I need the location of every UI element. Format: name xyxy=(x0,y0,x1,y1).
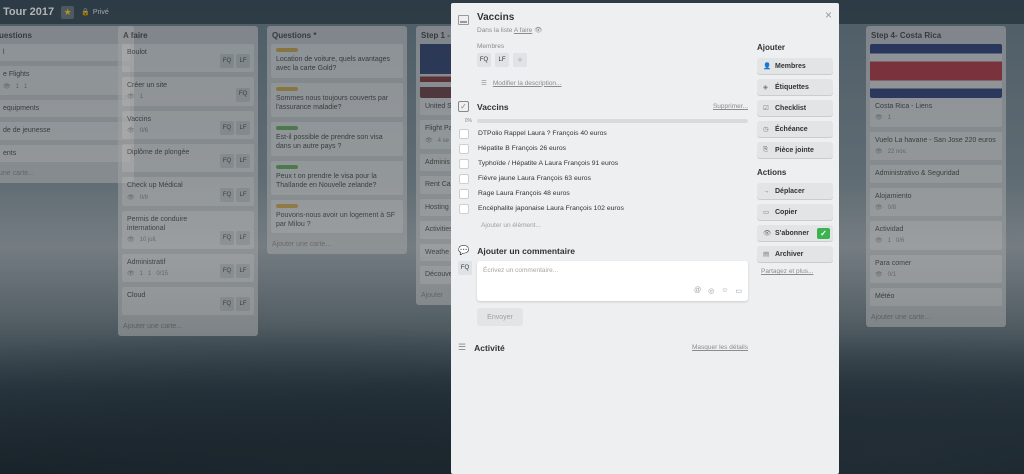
card-icon xyxy=(458,15,469,25)
checklist-checkbox[interactable] xyxy=(459,188,469,199)
add-member-button[interactable]: + xyxy=(513,53,527,67)
comment-title: Ajouter un commentaire xyxy=(477,245,575,256)
actions-section-title: Actions xyxy=(757,168,787,177)
copy-button[interactable]: ▭ Copier xyxy=(757,204,833,220)
comment-header: 💬 Ajouter un commentaire xyxy=(458,245,748,256)
share-link[interactable]: Partagez et plus... xyxy=(761,268,833,275)
checklist-item-text[interactable]: Hépatite B François 26 euros xyxy=(478,145,566,152)
hide-details-link[interactable]: Masquer les détails xyxy=(692,344,748,351)
checkmark-icon: ✓ xyxy=(817,227,830,239)
eye-icon: 👁 xyxy=(534,27,543,34)
checklist-item-text[interactable]: Rage Laura François 48 euros xyxy=(478,190,570,197)
card-detail-modal: × Vaccins Dans la liste A faire 👁 Membre… xyxy=(451,3,839,474)
checklist-checkbox[interactable] xyxy=(459,128,469,139)
tag-icon: ◈ xyxy=(763,84,768,91)
checklist-button[interactable]: ☑ Checklist xyxy=(757,100,833,116)
members-list: FQ LF + xyxy=(477,53,748,67)
checklist-checkbox[interactable] xyxy=(459,143,469,154)
checklist-item[interactable]: Encéphalite japonaise Laura François 102… xyxy=(459,201,748,216)
due-date-button[interactable]: ◷ Échéance xyxy=(757,121,833,137)
checklist-item[interactable]: DTPolio Rappel Laura ? François 40 euros xyxy=(459,126,748,141)
mention-icon[interactable]: ◎ xyxy=(708,287,714,295)
checklist-item-text[interactable]: Typhoïde / Hépatite A Laura François 91 … xyxy=(478,160,618,167)
person-icon: 👤 xyxy=(763,63,772,70)
checklist-checkbox[interactable] xyxy=(459,203,469,214)
checklist-checkbox[interactable] xyxy=(459,158,469,169)
member-avatar[interactable]: LF xyxy=(495,53,509,67)
edit-description[interactable]: ☰ Modifier la description... xyxy=(481,79,748,88)
checklist-icon: ✓ xyxy=(458,101,469,112)
activity-title: Activité xyxy=(474,342,505,353)
copy-icon: ▭ xyxy=(763,209,770,216)
card-list-info: Dans la liste A faire 👁 xyxy=(477,27,543,34)
checklist-item[interactable]: Fièvre jaune Laura François 63 euros xyxy=(459,171,748,186)
move-button[interactable]: → Déplacer xyxy=(757,183,833,199)
list-link[interactable]: A faire xyxy=(514,27,532,34)
delete-checklist-link[interactable]: Supprimer... xyxy=(713,103,748,110)
add-checklist-item[interactable]: Ajouter un élément... xyxy=(481,222,748,229)
clock-icon: ◷ xyxy=(763,126,769,133)
attach-icon[interactable]: @ xyxy=(694,287,701,295)
subscribe-button[interactable]: 👁 S'abonner ✓ xyxy=(757,225,833,241)
activity-header: ☰ Activité Masquer les détails xyxy=(458,342,748,353)
checklist-title[interactable]: Vaccins xyxy=(477,102,509,112)
checklist-item[interactable]: Hépatite B François 26 euros xyxy=(459,141,748,156)
activity-icon: ☰ xyxy=(458,342,467,352)
add-section-title: Ajouter xyxy=(757,43,785,52)
members-button[interactable]: 👤 Membres xyxy=(757,58,833,74)
checklist-header: ✓ Vaccins Supprimer... xyxy=(458,101,748,112)
commenter-avatar: FQ xyxy=(458,261,472,275)
card-link-icon[interactable]: ▭ xyxy=(735,287,742,295)
send-button[interactable]: Envoyer xyxy=(477,308,523,326)
close-icon[interactable]: × xyxy=(825,8,832,22)
card-sidebar: Ajouter 👤 Membres ◈ Étiquettes ☑ Checklist … xyxy=(757,43,833,275)
checklist-item-text[interactable]: Encéphalite japonaise Laura François 102… xyxy=(478,205,624,212)
member-avatar[interactable]: FQ xyxy=(477,53,491,67)
paperclip-icon: ⎘ xyxy=(763,146,769,153)
card-title[interactable]: Vaccins xyxy=(477,12,542,23)
progress-bar xyxy=(477,119,748,123)
attachment-button[interactable]: ⎘ Pièce jointe xyxy=(757,142,833,158)
checklist-item[interactable]: Rage Laura François 48 euros xyxy=(459,186,748,201)
checklist-item[interactable]: Typhoïde / Hépatite A Laura François 91 … xyxy=(459,156,748,171)
eye-icon: 👁 xyxy=(763,230,772,237)
checklist-checkbox[interactable] xyxy=(459,173,469,184)
arrow-right-icon: → xyxy=(763,187,770,195)
description-icon: ☰ xyxy=(481,80,487,87)
card-main: Membres FQ LF + ☰ Modifier la description… xyxy=(458,43,748,353)
labels-button[interactable]: ◈ Étiquettes xyxy=(757,79,833,95)
checklist-progress: 0% xyxy=(458,118,748,124)
checklist-item-text[interactable]: Fièvre jaune Laura François 63 euros xyxy=(478,175,591,182)
checkbox-icon: ☑ xyxy=(763,105,769,112)
archive-icon: ▤ xyxy=(763,251,770,258)
comment-input[interactable]: Écrivez un commentaire... @ ◎ ☺ ▭ xyxy=(477,261,748,301)
checklist-item-text[interactable]: DTPolio Rappel Laura ? François 40 euros xyxy=(478,130,607,137)
progress-percent: 0% xyxy=(464,118,472,124)
comment-placeholder: Écrivez un commentaire... xyxy=(483,267,559,274)
members-label: Membres xyxy=(477,43,505,50)
checklist-items: DTPolio Rappel Laura ? François 40 euros… xyxy=(458,126,748,216)
archive-button[interactable]: ▤ Archiver xyxy=(757,246,833,262)
emoji-icon[interactable]: ☺ xyxy=(721,287,728,295)
comment-icon: 💬 xyxy=(458,245,470,255)
